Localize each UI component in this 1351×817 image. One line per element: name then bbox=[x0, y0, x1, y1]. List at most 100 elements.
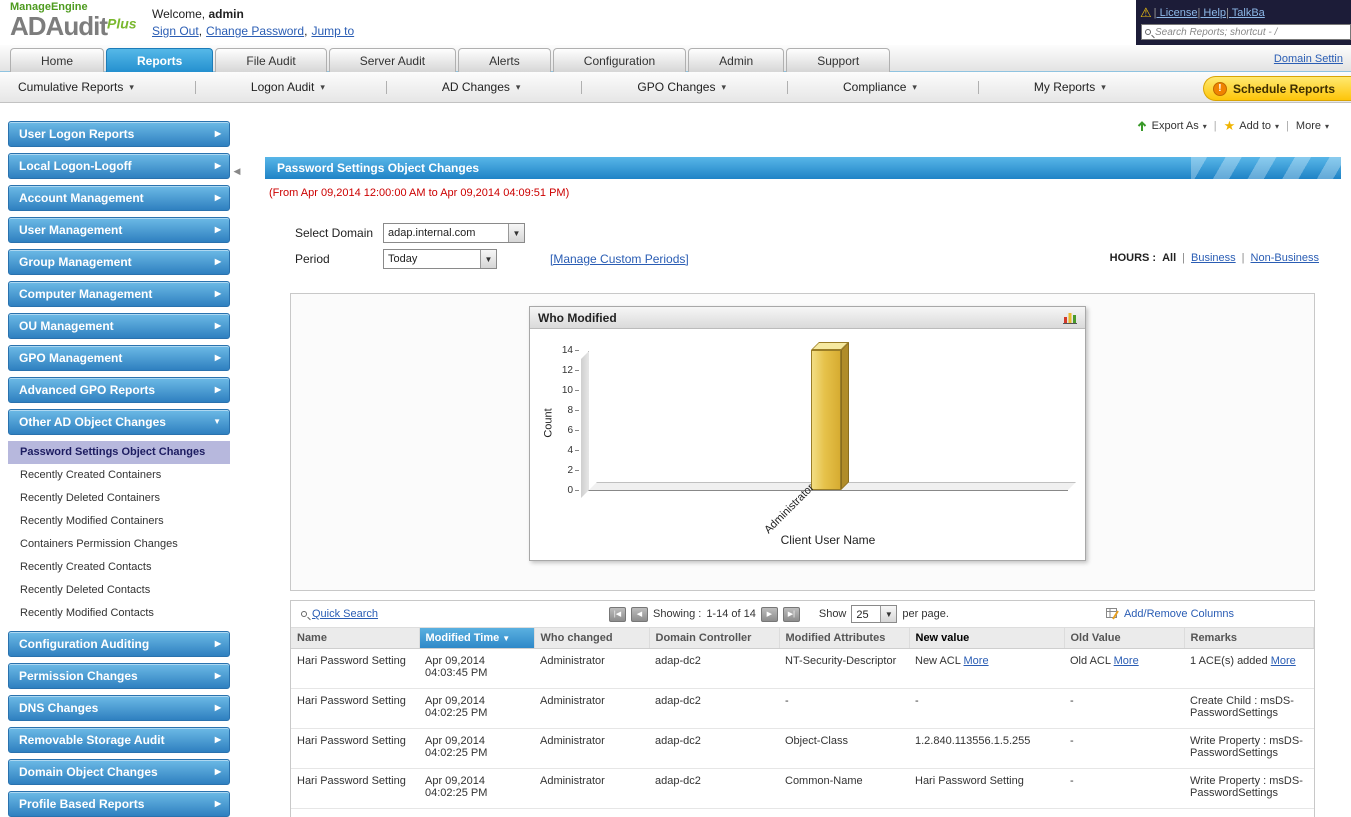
submenu-item[interactable]: Recently Modified Contacts bbox=[8, 602, 230, 625]
sidebar-item-label: Removable Storage Audit bbox=[19, 733, 165, 747]
bar-administrator[interactable] bbox=[811, 342, 849, 490]
menu-item[interactable]: Cumulative Reports ▾ bbox=[18, 80, 251, 94]
main-tab[interactable]: Admin bbox=[688, 48, 785, 72]
submenu-item[interactable]: Recently Created Containers bbox=[8, 464, 230, 487]
sidebar-item[interactable]: Local Logon-Logoff ▶ bbox=[8, 153, 230, 179]
account-links: Sign OutChange PasswordJump to bbox=[152, 24, 354, 38]
prev-page-button[interactable]: ◀ bbox=[631, 606, 648, 622]
page-size-select[interactable]: 25 ▼ bbox=[851, 605, 898, 623]
first-page-button[interactable]: |◀ bbox=[609, 606, 626, 622]
table-row[interactable]: Hari Password Setting Apr 09,2014 04:02:… bbox=[291, 728, 1314, 769]
menu-item[interactable]: My Reports ▾ bbox=[1034, 80, 1106, 94]
export-as-button[interactable]: Export As ▾ bbox=[1136, 120, 1207, 132]
tab-label: File Audit bbox=[246, 54, 296, 68]
manage-custom-periods-link[interactable]: [Manage Custom Periods] bbox=[550, 252, 689, 266]
account-link[interactable]: Sign Out bbox=[152, 24, 206, 38]
menu-item[interactable]: Logon Audit ▾ bbox=[251, 80, 442, 94]
sidebar-item[interactable]: User Management ▶ bbox=[8, 217, 230, 243]
utility-link[interactable]: TalkBa bbox=[1226, 7, 1265, 19]
table-row[interactable]: Hari Password Setting Apr 09,2014 04:03:… bbox=[291, 648, 1314, 689]
chart-type-icon[interactable] bbox=[1063, 311, 1077, 324]
sidebar-item[interactable]: Profile Based Reports ▶ bbox=[8, 791, 230, 817]
main-tab[interactable]: Server Audit bbox=[328, 48, 457, 72]
cell-remarks: Write Property : msDS-PasswordSettings bbox=[1184, 768, 1314, 809]
sidebar-item[interactable]: Computer Management ▶ bbox=[8, 281, 230, 307]
last-page-button[interactable]: ▶| bbox=[782, 606, 800, 622]
search-input[interactable] bbox=[1155, 26, 1347, 38]
hours-all[interactable]: All bbox=[1162, 252, 1176, 264]
product-name: ADAudit bbox=[10, 11, 108, 41]
column-header[interactable]: Domain Controller▼ bbox=[649, 628, 780, 649]
sidebar-item-label: User Logon Reports bbox=[19, 127, 135, 141]
period-select[interactable]: Today ▼ bbox=[383, 249, 497, 269]
menu-item[interactable]: GPO Changes ▾ bbox=[637, 80, 843, 94]
add-remove-columns[interactable]: Add/Remove Columns bbox=[1105, 608, 1234, 620]
hours-non-business-link[interactable]: Non-Business bbox=[1251, 252, 1319, 264]
column-header[interactable]: New value▼ bbox=[909, 628, 1065, 649]
main-tab[interactable]: Configuration bbox=[552, 48, 687, 72]
account-link[interactable]: Change Password bbox=[206, 24, 311, 38]
submenu-item[interactable]: Containers Permission Changes bbox=[8, 533, 230, 556]
column-header[interactable]: Modified Attributes▼ bbox=[779, 628, 910, 649]
sidebar-item[interactable]: GPO Management ▶ bbox=[8, 345, 230, 371]
menu-item[interactable]: Compliance ▾ bbox=[843, 80, 1034, 94]
more-link[interactable]: More bbox=[1114, 655, 1139, 667]
column-header[interactable]: Who changed▼ bbox=[534, 628, 650, 649]
app-logo[interactable]: ManageEngine ADAuditPlus bbox=[10, 2, 137, 41]
add-to-button[interactable]: ★ Add to ▾ bbox=[1224, 118, 1279, 134]
sidebar-item[interactable]: Permission Changes ▶ bbox=[8, 663, 230, 689]
main-tab[interactable]: Alerts bbox=[458, 48, 551, 72]
submenu-item-selected[interactable]: Password Settings Object Changes bbox=[8, 441, 230, 464]
submenu-item[interactable]: Recently Created Contacts bbox=[8, 556, 230, 579]
main-tab[interactable]: File Audit bbox=[215, 48, 327, 72]
quick-search-link[interactable]: Quick Search bbox=[312, 608, 378, 620]
chevron-right-icon: ▶ bbox=[214, 289, 221, 298]
domain-select[interactable]: adap.internal.com ▼ bbox=[383, 223, 525, 243]
column-header[interactable]: Name▼ bbox=[291, 628, 420, 649]
quick-search[interactable]: Quick Search bbox=[301, 608, 378, 620]
menu-item[interactable]: AD Changes ▾ bbox=[442, 80, 638, 94]
cell-modified-attributes: - bbox=[779, 688, 909, 729]
more-button[interactable]: More ▾ bbox=[1296, 120, 1329, 132]
sidebar-item[interactable]: Account Management ▶ bbox=[8, 185, 230, 211]
column-header[interactable]: Remarks▼ bbox=[1184, 628, 1314, 649]
sidebar-item-other-ad-object-changes[interactable]: Other AD Object Changes ▼ bbox=[8, 409, 230, 435]
global-search[interactable] bbox=[1141, 24, 1351, 40]
utility-link[interactable]: Help bbox=[1198, 7, 1226, 19]
main-tab[interactable]: Reports bbox=[106, 48, 214, 72]
submenu-item[interactable]: Recently Deleted Contacts bbox=[8, 579, 230, 602]
adaudit-plus-app: ManageEngine ADAuditPlus Welcome, admin … bbox=[0, 0, 1351, 817]
hours-business-link[interactable]: Business bbox=[1191, 252, 1236, 264]
account-link[interactable]: Jump to bbox=[311, 24, 354, 38]
chart-title: Who Modified bbox=[538, 310, 617, 325]
table-row[interactable]: Hari Password Setting Apr 09,2014 04:02:… bbox=[291, 688, 1314, 729]
sidebar-collapse-handle[interactable]: ◀ bbox=[231, 158, 243, 184]
sidebar-item[interactable]: Advanced GPO Reports ▶ bbox=[8, 377, 230, 403]
main-tab[interactable]: Home bbox=[10, 48, 105, 72]
axis-wall bbox=[581, 351, 589, 498]
sidebar-item[interactable]: Removable Storage Audit ▶ bbox=[8, 727, 230, 753]
show-label: Show bbox=[818, 608, 847, 620]
table-row[interactable]: Hari Password Setting Apr 09,2014 04:02:… bbox=[291, 768, 1314, 809]
main-tab[interactable]: Support bbox=[786, 48, 891, 72]
submenu-item[interactable]: Recently Deleted Containers bbox=[8, 487, 230, 510]
sidebar-item[interactable]: DNS Changes ▶ bbox=[8, 695, 230, 721]
sidebar-item[interactable]: User Logon Reports ▶ bbox=[8, 121, 230, 147]
sidebar-item[interactable]: Group Management ▶ bbox=[8, 249, 230, 275]
sidebar-item[interactable]: OU Management ▶ bbox=[8, 313, 230, 339]
next-page-button[interactable]: ▶ bbox=[760, 606, 778, 622]
utility-link[interactable]: License bbox=[1154, 7, 1198, 19]
cell-modified-attributes: NT-Security-Descriptor bbox=[779, 648, 909, 689]
cell-new-value: Hari Password Setting bbox=[909, 768, 1064, 809]
sidebar-item[interactable]: Domain Object Changes ▶ bbox=[8, 759, 230, 785]
schedule-reports-button[interactable]: ! Schedule Reports bbox=[1202, 76, 1351, 101]
more-link[interactable]: More bbox=[1271, 655, 1296, 667]
domain-settings-link[interactable]: Domain Settin bbox=[1274, 53, 1343, 65]
more-link[interactable]: More bbox=[964, 655, 989, 667]
column-header[interactable]: Old Value▼ bbox=[1064, 628, 1185, 649]
column-header[interactable]: Modified Time ▼ bbox=[419, 628, 535, 649]
sidebar-item[interactable]: Configuration Auditing ▶ bbox=[8, 631, 230, 657]
submenu-item[interactable]: Recently Modified Containers bbox=[8, 510, 230, 533]
warning-icon[interactable]: ⚠ bbox=[1140, 5, 1152, 21]
tab-label: Home bbox=[41, 54, 74, 68]
